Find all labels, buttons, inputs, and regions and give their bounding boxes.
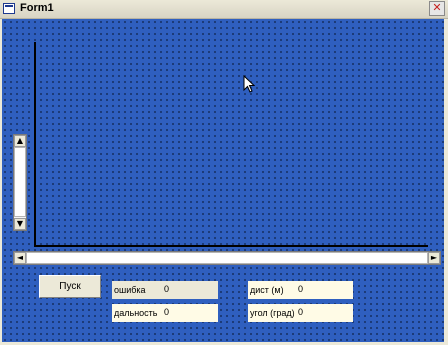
error-value: 0: [161, 281, 218, 299]
horizontal-scrollbar[interactable]: ◄ ►: [13, 251, 441, 265]
vertical-scroll-thumb[interactable]: [14, 147, 26, 217]
start-button[interactable]: Пуск: [39, 275, 101, 298]
distance-label: дист (м): [248, 281, 295, 299]
x-axis-line: [34, 245, 428, 247]
error-label: ошибка: [112, 281, 161, 299]
range-value: 0: [161, 304, 218, 322]
scroll-left-icon[interactable]: ◄: [14, 252, 26, 264]
scroll-down-icon[interactable]: ▼: [14, 218, 26, 230]
close-button[interactable]: ✕: [429, 1, 445, 16]
range-label: дальность: [112, 304, 161, 322]
form-icon: [3, 3, 15, 14]
title-bar: Form1 ✕: [0, 0, 448, 19]
distance-value: 0: [295, 281, 353, 299]
form1-window: Form1 ✕ ▲ ▼ ◄ ► Пуск ошибка 0 дальность …: [0, 0, 448, 345]
scroll-right-icon[interactable]: ►: [428, 252, 440, 264]
vertical-scrollbar[interactable]: ▲ ▼: [13, 134, 27, 231]
window-title: Form1: [20, 2, 54, 14]
y-axis-line: [34, 42, 36, 247]
angle-value: 0: [295, 304, 353, 322]
angle-label: угол (град): [248, 304, 295, 322]
mouse-cursor-icon: [243, 75, 255, 93]
drawing-canvas[interactable]: ▲ ▼ ◄ ► Пуск ошибка 0 дальность 0 дист (…: [2, 19, 444, 342]
horizontal-scroll-thumb[interactable]: [26, 252, 428, 264]
scroll-up-icon[interactable]: ▲: [14, 135, 26, 147]
